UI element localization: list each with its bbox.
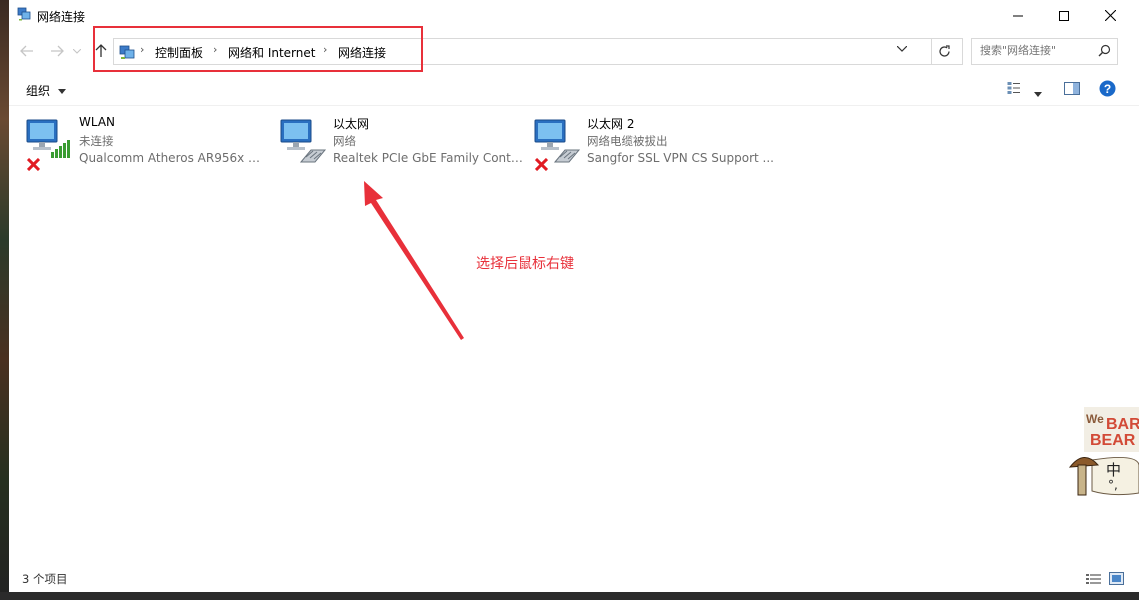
close-button[interactable] <box>1087 0 1133 31</box>
search-input[interactable] <box>980 44 1090 57</box>
maximize-icon <box>1059 10 1069 21</box>
search-icon[interactable] <box>1098 44 1111 57</box>
desktop-sticker-icon: We BAR BEAR 中 °, <box>1068 407 1139 496</box>
details-view-icon <box>1086 574 1101 584</box>
large-icons-view-button[interactable] <box>1109 572 1124 588</box>
network-connections-icon <box>17 7 31 21</box>
connection-status: 网络电缆被拔出 <box>587 134 668 148</box>
svg-text:°,: °, <box>1108 478 1118 492</box>
error-x-icon <box>535 158 548 171</box>
annotation-arrow-icon <box>364 181 464 340</box>
preview-pane-button[interactable] <box>1064 82 1080 98</box>
back-button[interactable] <box>17 41 37 61</box>
chevron-down-icon <box>73 48 81 54</box>
wifi-adapter-icon <box>26 119 70 158</box>
connection-item-ethernet[interactable]: 以太网 网络 Realtek PCIe GbE Family Contr... <box>279 114 529 174</box>
connection-name: WLAN <box>79 115 116 129</box>
connection-adapter: Realtek PCIe GbE Family Contr... <box>333 151 523 165</box>
maximize-button[interactable] <box>1041 0 1087 31</box>
search-box[interactable] <box>971 38 1118 65</box>
error-x-icon <box>27 158 40 171</box>
address-highlight-box <box>93 26 423 72</box>
help-icon: ? <box>1099 80 1116 97</box>
svg-text:中: 中 <box>1106 461 1121 479</box>
svg-text:?: ? <box>1104 82 1111 96</box>
refresh-button[interactable] <box>931 38 956 65</box>
arrow-left-icon <box>20 45 33 57</box>
organize-label: 组织 <box>26 84 51 98</box>
recent-locations-button[interactable] <box>71 41 83 61</box>
window-title: 网络连接 <box>37 10 86 24</box>
forward-button[interactable] <box>47 41 67 61</box>
address-history-button[interactable] <box>896 41 908 55</box>
connection-name: 以太网 <box>333 117 370 131</box>
caret-down-icon <box>57 89 66 94</box>
help-button[interactable]: ? <box>1099 80 1116 100</box>
minimize-button[interactable] <box>995 0 1041 31</box>
annotation-text: 选择后鼠标右键 <box>476 256 574 272</box>
details-view-button[interactable] <box>1086 573 1101 588</box>
large-icons-view-icon <box>1109 572 1124 585</box>
refresh-icon <box>938 45 950 57</box>
explorer-window: 网络连接 › 控制面板 › 网络和 Internet › 网络连接 搜索"网络连… <box>9 0 1139 592</box>
svg-text:BEAR: BEAR <box>1090 432 1136 449</box>
organize-menu[interactable]: 组织 <box>26 82 66 99</box>
minimize-icon <box>1013 15 1023 16</box>
chevron-down-icon <box>896 45 908 52</box>
view-dropdown-button[interactable] <box>1034 86 1042 100</box>
connections-list: WLAN 未连接 Qualcomm Atheros AR956x Wi... 以… <box>9 106 1139 564</box>
svg-text:BAR: BAR <box>1106 416 1139 433</box>
connection-adapter: Qualcomm Atheros AR956x Wi... <box>79 151 269 165</box>
taskbar <box>0 592 1139 600</box>
status-bar: 3 个项目 <box>9 566 1139 592</box>
desktop-background-strip <box>0 0 9 600</box>
change-view-button[interactable] <box>1007 81 1023 98</box>
connection-status: 网络 <box>333 134 356 148</box>
arrow-right-icon <box>51 45 64 57</box>
preview-pane-icon <box>1064 82 1080 95</box>
connection-status: 未连接 <box>79 134 114 148</box>
connection-item-wlan[interactable]: WLAN 未连接 Qualcomm Atheros AR956x Wi... <box>25 114 275 174</box>
connection-item-ethernet-2[interactable]: 以太网 2 网络电缆被拔出 Sangfor SSL VPN CS Support… <box>533 114 783 174</box>
caret-down-icon <box>1034 92 1042 97</box>
svg-text:We: We <box>1086 412 1104 426</box>
connection-name: 以太网 2 <box>587 117 635 131</box>
close-icon <box>1104 10 1116 21</box>
command-bar: 组织 ? <box>9 73 1139 106</box>
item-count: 3 个项目 <box>22 572 68 586</box>
connection-adapter: Sangfor SSL VPN CS Support ... <box>587 151 774 165</box>
ethernet-adapter-icon <box>534 119 581 163</box>
view-options-icon <box>1007 82 1020 94</box>
ethernet-adapter-icon <box>280 119 327 163</box>
